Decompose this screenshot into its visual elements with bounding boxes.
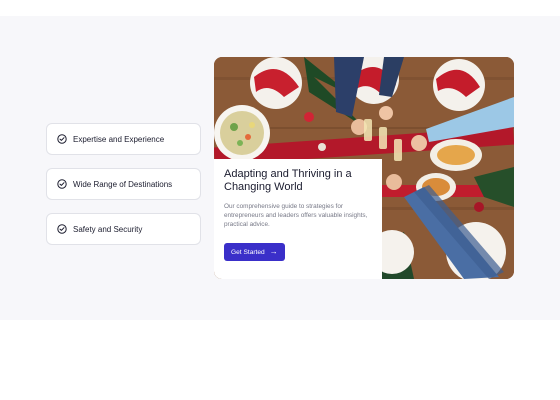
feature-label: Safety and Security [73,224,143,234]
get-started-label: Get Started [231,248,265,256]
get-started-button[interactable]: Get Started → [224,243,285,261]
feature-label: Expertise and Experience [73,134,165,144]
feature-item-expertise: Expertise and Experience [46,123,201,155]
feature-item-destinations: Wide Range of Destinations [46,168,201,200]
feature-list: Expertise and Experience Wide Range of D… [46,123,201,258]
card-content-panel: Adapting and Thriving in a Changing Worl… [214,159,382,279]
feature-item-safety: Safety and Security [46,213,201,245]
feature-label: Wide Range of Destinations [73,179,173,189]
promo-card: Adapting and Thriving in a Changing Worl… [214,57,514,279]
card-title: Adapting and Thriving in a Changing Worl… [224,168,352,193]
check-circle-icon [57,224,67,234]
card-description: Our comprehensive guide to strategies fo… [224,203,368,228]
check-circle-icon [57,134,67,144]
arrow-right-icon: → [269,247,278,256]
check-circle-icon [57,179,67,189]
